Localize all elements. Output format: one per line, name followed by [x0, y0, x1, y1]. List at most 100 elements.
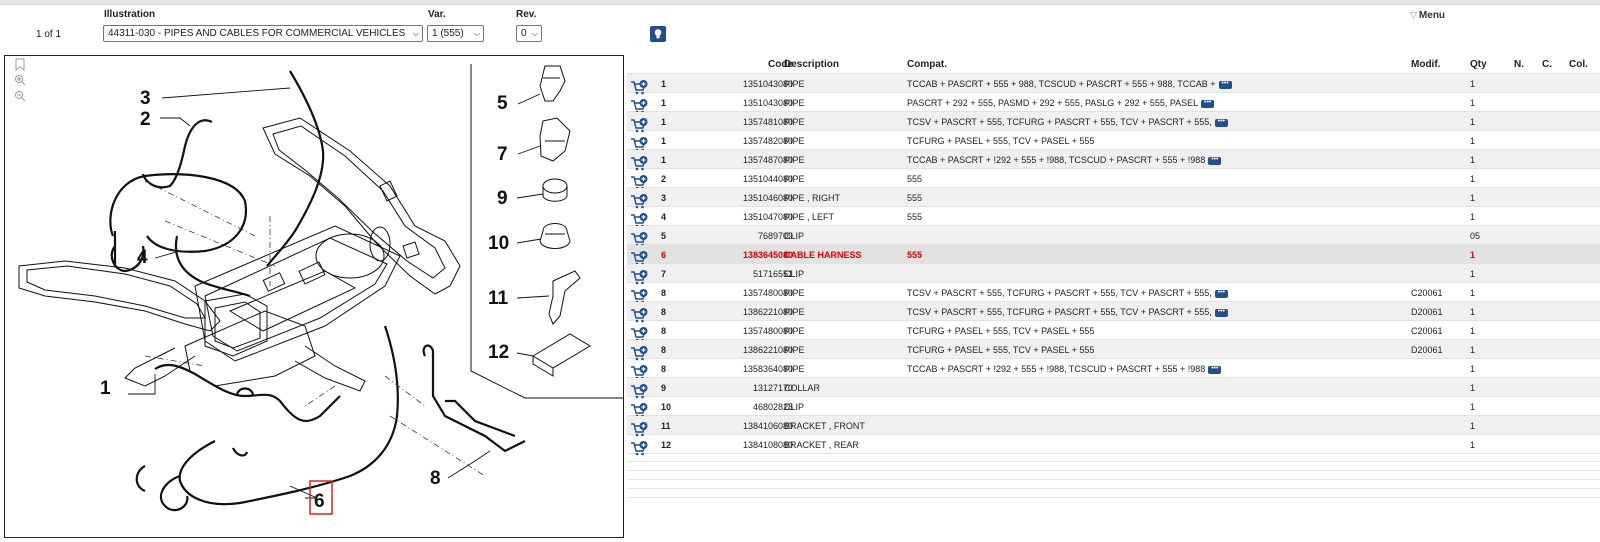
illustration-label: Illustration	[104, 9, 156, 20]
cell-compat: TCSV + PASCRT + 555, TCFURG + PASCRT + 5…	[907, 117, 1228, 127]
cell-description: PIPE	[784, 364, 805, 374]
cell-code: 1384106080	[742, 421, 793, 431]
table-row[interactable]: 3 1351046080 PIPE , RIGHT 555 1	[627, 188, 1600, 209]
callout-11[interactable]: 11	[488, 288, 509, 309]
table-row[interactable]: 8 1357480080 PIPE TCFURG + PASEL + 555, TCV…	[627, 321, 1600, 342]
more-icon[interactable]: •••	[1208, 156, 1222, 165]
cell-code: 7689709	[757, 231, 793, 241]
cell-index: 1	[661, 98, 667, 108]
callout-9[interactable]: 9	[497, 188, 508, 209]
cell-compat-text: TCCAB + PASCRT + 555 + 988, TCSCUD + PAS…	[907, 79, 1216, 89]
table-row[interactable]: 8 1357480080 PIPE TCSV + PASCRT + 555, TCFU…	[627, 283, 1600, 304]
cell-index: 12	[661, 440, 672, 450]
cell-code: 46802828	[752, 402, 793, 412]
cell-code: 1357480080	[742, 326, 793, 336]
table-row[interactable]: 7 51716551 CLIP 1	[627, 264, 1600, 285]
more-icon[interactable]: •••	[1214, 289, 1228, 298]
cell-description: PIPE , LEFT	[784, 212, 835, 222]
callout-6[interactable]: 6	[314, 491, 325, 512]
cell-code: 1357480080	[742, 288, 793, 298]
cell-code: 1383645080	[742, 250, 793, 260]
table-row[interactable]: 12 1384108080 BRACKET , REAR 1	[627, 435, 1600, 456]
callout-12[interactable]: 12	[488, 342, 509, 363]
col-compat[interactable]: Compat.	[907, 59, 947, 70]
callout-4[interactable]: 4	[137, 247, 148, 268]
cell-modif: C20061	[1411, 288, 1443, 298]
table-row[interactable]: 1 1351043080 PIPE PASCRT + 292 + 555, PASMD…	[627, 93, 1600, 114]
cell-compat-text: TCSV + PASCRT + 555, TCFURG + PASCRT + 5…	[907, 288, 1212, 298]
cell-compat-text: 555	[907, 212, 923, 222]
callout-2[interactable]: 2	[140, 109, 151, 130]
callout-1[interactable]: 1	[100, 378, 111, 399]
col-col[interactable]: Col.	[1569, 59, 1588, 70]
table-row[interactable]: 10 46802828 CLIP 1	[627, 397, 1600, 418]
cell-code: 1384108080	[742, 440, 793, 450]
cell-qty: 1	[1470, 250, 1476, 260]
col-description[interactable]: Description	[784, 59, 839, 70]
table-row[interactable]: 8 1358364080 PIPE TCCAB + PASCRT + !292 + 5…	[627, 359, 1600, 380]
more-icon[interactable]: •••	[1201, 99, 1215, 108]
callout-8[interactable]: 8	[430, 468, 441, 489]
col-modif[interactable]: Modif.	[1411, 59, 1440, 70]
hint-button[interactable]	[650, 26, 666, 42]
table-row[interactable]: 1 1351043080 PIPE TCCAB + PASCRT + 555 + 98…	[627, 74, 1600, 95]
cell-compat: 555	[907, 174, 922, 184]
cell-qty: 1	[1470, 98, 1476, 108]
col-c[interactable]: C.	[1542, 59, 1552, 70]
cell-index: 11	[661, 421, 671, 431]
cell-description: PIPE	[784, 117, 805, 127]
table-row[interactable]: 11 1384106080 BRACKET , FRONT 1	[627, 416, 1600, 437]
more-icon[interactable]: •••	[1214, 308, 1228, 317]
cell-qty: 1	[1470, 307, 1476, 317]
table-row[interactable]: 9 13127170 COLLAR 1	[627, 378, 1600, 399]
table-row[interactable]: 1 1357487080 PIPE TCCAB + PASCRT + !292 + 5…	[627, 150, 1600, 171]
rev-select[interactable]: 0 ⌵	[516, 25, 542, 42]
more-icon[interactable]: •••	[1208, 365, 1222, 374]
table-row[interactable]: 6 1383645080 CABLE HARNESS 555 1	[627, 245, 1600, 266]
more-icon[interactable]: •••	[1214, 118, 1228, 127]
cell-modif: C20061	[1411, 326, 1443, 336]
empty-row	[627, 463, 1600, 471]
illustration-panel[interactable]: 3 2 4 1 5 7 9 10 11 12 6 8	[4, 55, 624, 538]
cell-description: PIPE	[784, 174, 805, 184]
cell-compat-text: 555	[907, 193, 923, 203]
table-row[interactable]: 1 1357482080 PIPE TCFURG + PASEL + 555, TCV…	[627, 131, 1600, 152]
callout-3[interactable]: 3	[140, 88, 151, 109]
cell-description: PIPE	[784, 345, 805, 355]
cell-compat: TCSV + PASCRT + 555, TCFURG + PASCRT + 5…	[907, 307, 1228, 317]
cell-compat-text: PASCRT + 292 + 555, PASMD + 292 + 555, P…	[907, 98, 1199, 108]
cell-description: PIPE	[784, 98, 805, 108]
callout-7[interactable]: 7	[497, 144, 508, 165]
more-icon[interactable]: •••	[1218, 80, 1232, 89]
top-bar	[0, 0, 1600, 5]
callout-10[interactable]: 10	[488, 233, 509, 254]
table-row[interactable]: 5 7689709 CLIP 05	[627, 226, 1600, 247]
var-select[interactable]: 1 (555) ⌵	[427, 25, 484, 42]
cell-qty: 1	[1470, 440, 1476, 450]
callout-5[interactable]: 5	[497, 93, 508, 114]
col-code[interactable]: Code	[693, 59, 793, 70]
cell-qty: 1	[1470, 402, 1476, 412]
cell-description: CLIP	[784, 231, 805, 241]
menu-button[interactable]: ▽ Menu	[1410, 10, 1445, 21]
cell-description: COLLAR	[784, 383, 821, 393]
col-qty[interactable]: Qty	[1470, 59, 1487, 70]
table-row[interactable]: 8 1386221080 PIPE TCSV + PASCRT + 555, TCFU…	[627, 302, 1600, 323]
cell-index: 6	[661, 250, 667, 260]
col-n[interactable]: N.	[1514, 59, 1524, 70]
cell-qty: 1	[1470, 383, 1476, 393]
illustration-select[interactable]: 44311-030 - PIPES AND CABLES FOR COMMERC…	[103, 25, 423, 42]
cell-description: PIPE	[784, 307, 805, 317]
table-row[interactable]: 4 1351047080 PIPE , LEFT 555 1	[627, 207, 1600, 228]
cell-modif: D20061	[1411, 307, 1443, 317]
table-row[interactable]: 8 1386221080 PIPE TCFURG + PASEL + 555, TCV…	[627, 340, 1600, 361]
cell-modif: D20061	[1411, 345, 1443, 355]
parts-diagram: 3 2 4 1 5 7 9 10 11 12 6 8	[18, 64, 623, 515]
cell-code: 1357482080	[742, 136, 793, 146]
table-row[interactable]: 1 1357481080 PIPE TCSV + PASCRT + 555, TCFU…	[627, 112, 1600, 133]
illustration-select-value: 44311-030 - PIPES AND CABLES FOR COMMERC…	[108, 28, 406, 39]
table-row[interactable]: 2 1351044080 PIPE 555 1	[627, 169, 1600, 190]
cell-description: CLIP	[784, 402, 805, 412]
cell-qty: 1	[1470, 193, 1476, 203]
cell-qty: 1	[1470, 326, 1476, 336]
